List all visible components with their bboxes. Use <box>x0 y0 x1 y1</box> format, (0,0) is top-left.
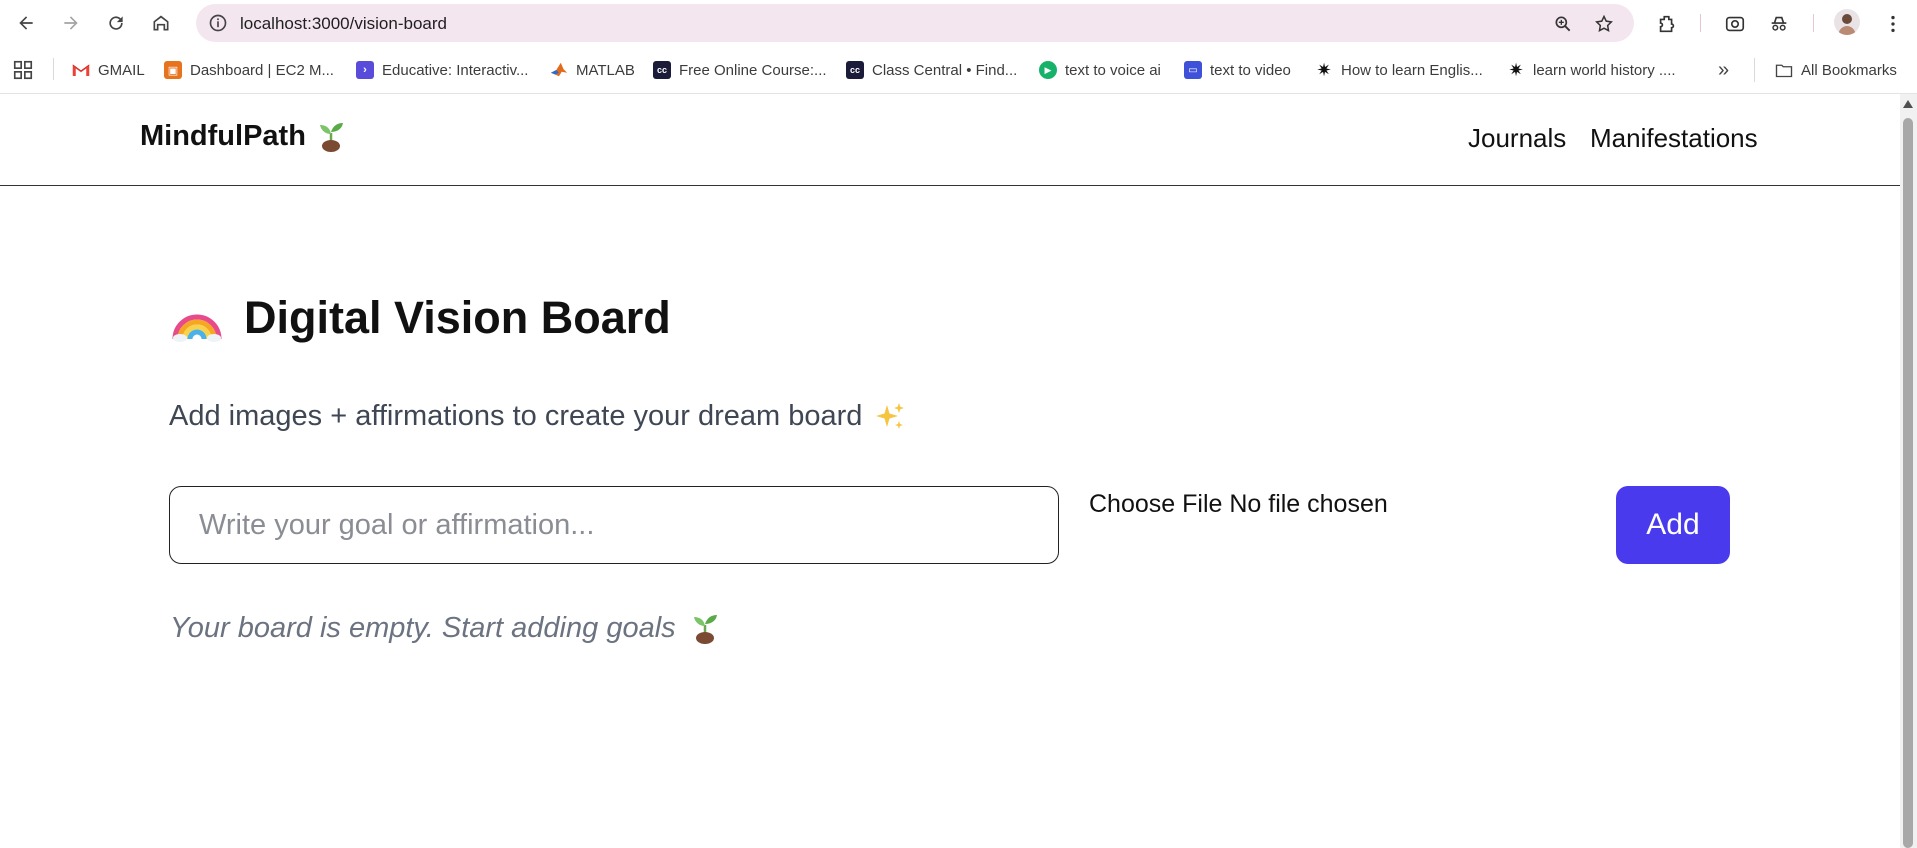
scroll-up-arrow-icon[interactable] <box>1903 100 1913 108</box>
bookmark-world-history[interactable]: ✷ learn world history .... <box>1507 58 1676 82</box>
sparkle-icon: ✷ <box>1316 59 1332 80</box>
empty-message-text: Your board is empty. Start adding goals <box>170 611 676 644</box>
scrollbar-thumb[interactable] <box>1903 118 1913 848</box>
bookmark-label: Educative: Interactiv... <box>382 61 529 79</box>
page-title: Digital Vision Board <box>244 292 671 343</box>
incognito-icon[interactable] <box>1766 11 1792 37</box>
bookmark-learn-english[interactable]: ✷ How to learn Englis... <box>1315 58 1483 82</box>
seedling-icon <box>316 119 346 153</box>
bookmark-label: learn world history .... <box>1533 61 1676 79</box>
bookmarks-divider <box>53 58 54 80</box>
bookmark-label: Dashboard | EC2 M... <box>190 61 334 79</box>
bookmarks-divider <box>1754 58 1755 82</box>
bookmark-label: GMAIL <box>98 61 145 79</box>
subtitle-text: Add images + affirmations to create your… <box>169 400 863 432</box>
brand-logo[interactable]: MindfulPath <box>140 119 346 153</box>
bookmark-text-to-voice[interactable]: ▶ text to voice ai <box>1039 58 1161 82</box>
profile-avatar[interactable] <box>1834 9 1860 35</box>
file-picker[interactable]: Choose File No file chosen <box>1089 490 1388 519</box>
bookmark-label: Class Central • Find... <box>872 61 1018 79</box>
brand-name: MindfulPath <box>140 119 306 152</box>
classcentral-icon: cc <box>846 61 864 79</box>
page-heading: Digital Vision Board <box>172 292 671 344</box>
home-icon[interactable] <box>145 8 177 38</box>
bookmark-star-icon[interactable] <box>1593 13 1615 35</box>
nav-manifestations[interactable]: Manifestations <box>1590 123 1758 154</box>
browser-toolbar: localhost:3000/vision-board <box>0 0 1917 46</box>
sparkle-icon: ✷ <box>1508 59 1524 80</box>
toolbar-divider <box>1813 14 1814 32</box>
matlab-icon <box>550 61 568 79</box>
bookmark-gmail[interactable]: GMAIL <box>72 58 145 82</box>
classcentral-icon: cc <box>653 61 671 79</box>
bookmark-label: Free Online Course:... <box>679 61 827 79</box>
extensions-icon[interactable] <box>1654 11 1680 37</box>
aws-icon: ▣ <box>164 61 182 79</box>
all-bookmarks-label: All Bookmarks <box>1801 61 1897 79</box>
toolbar-divider <box>1700 14 1701 32</box>
seedling-icon <box>690 611 720 645</box>
bookmark-label: text to voice ai <box>1065 61 1161 79</box>
bookmark-aws[interactable]: ▣ Dashboard | EC2 M... <box>164 58 334 82</box>
menu-kebab-icon[interactable] <box>1880 11 1906 37</box>
all-bookmarks-button[interactable]: All Bookmarks <box>1775 58 1897 82</box>
bookmark-educative[interactable]: › Educative: Interactiv... <box>356 58 528 82</box>
gmail-icon <box>72 61 90 79</box>
url-text[interactable]: localhost:3000/vision-board <box>240 14 447 34</box>
folder-icon <box>1775 61 1793 79</box>
rainbow-icon <box>172 314 222 342</box>
nav-journals[interactable]: Journals <box>1468 123 1566 154</box>
empty-board-message: Your board is empty. Start adding goals <box>170 611 720 645</box>
bookmark-label: text to video <box>1210 61 1291 79</box>
bookmark-text-to-video[interactable]: ▭ text to video <box>1184 58 1291 82</box>
back-icon[interactable] <box>10 8 42 38</box>
bookmark-class-central[interactable]: cc Class Central • Find... <box>846 58 1017 82</box>
zoom-icon[interactable] <box>1552 13 1574 35</box>
apps-grid-icon[interactable] <box>12 58 34 82</box>
address-bar[interactable]: localhost:3000/vision-board <box>196 4 1634 42</box>
educative-icon: › <box>356 61 374 79</box>
play-icon: ▶ <box>1039 61 1057 79</box>
bookmark-free-online-course[interactable]: cc Free Online Course:... <box>653 58 827 82</box>
video-icon: ▭ <box>1184 61 1202 79</box>
site-navbar: MindfulPath Journals Manifestations <box>0 94 1900 186</box>
add-button[interactable]: Add <box>1616 486 1730 564</box>
goal-input[interactable] <box>169 486 1059 564</box>
bookmarks-bar: GMAIL ▣ Dashboard | EC2 M... › Educative… <box>0 46 1917 94</box>
reload-icon[interactable] <box>100 8 132 38</box>
sparkles-icon <box>876 402 905 429</box>
page-subtitle: Add images + affirmations to create your… <box>169 400 906 433</box>
bookmark-label: How to learn Englis... <box>1341 61 1483 79</box>
bookmark-label: MATLAB <box>576 61 635 79</box>
lens-icon[interactable] <box>1722 11 1748 37</box>
forward-icon[interactable] <box>55 8 87 38</box>
bookmark-matlab[interactable]: MATLAB <box>550 58 635 82</box>
site-info-icon[interactable] <box>208 13 228 33</box>
more-bookmarks-button[interactable]: » <box>1718 58 1729 82</box>
